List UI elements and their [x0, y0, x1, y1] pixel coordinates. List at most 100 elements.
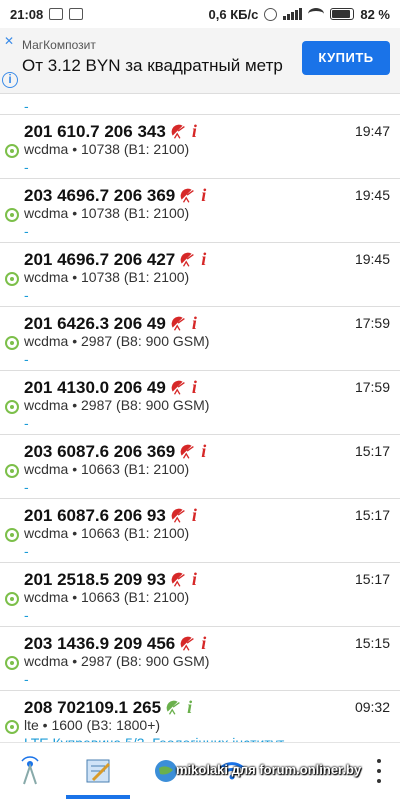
band-info: wcdma • 2987 (B8: 900 GSM) — [24, 333, 210, 349]
list-item[interactable]: 203 4696.7 206 369 i 19:45 wcdma • 10738… — [0, 178, 400, 242]
list-item[interactable]: 201 6426.3 206 49 i 17:59 wcdma • 2987 (… — [0, 306, 400, 370]
log-icon[interactable] — [78, 751, 118, 791]
list-item[interactable]: 208 702109.1 265 i 09:32 lte • 1600 (B3:… — [0, 690, 400, 742]
target-icon — [5, 464, 19, 478]
cell-id-text: 201 4130.0 206 49 — [24, 377, 166, 397]
timestamp: 19:47 — [354, 123, 390, 139]
ad-info-icon[interactable]: i — [2, 72, 18, 88]
list-item[interactable]: 203 6087.6 206 369 i 15:17 wcdma • 10663… — [0, 434, 400, 498]
timestamp: 19:45 — [354, 251, 390, 267]
cell-id-title: 201 4130.0 206 49 i — [24, 377, 197, 398]
list-item[interactable]: 201 610.7 206 343 i 19:47 wcdma • 10738 … — [0, 114, 400, 178]
timestamp: 09:32 — [354, 699, 390, 715]
network-speed: 0,6 КБ/с — [208, 6, 259, 22]
cell-id-text: 201 2518.5 209 93 — [24, 569, 166, 589]
battery-level: 82 % — [360, 6, 390, 22]
ad-advertiser: МагКомпозит — [22, 38, 96, 52]
cell-id-text: 203 1436.9 209 456 — [24, 633, 176, 653]
satellite-dish-icon — [180, 636, 195, 651]
location-text: - — [24, 287, 29, 303]
target-icon — [5, 656, 19, 670]
cell-id-text: 201 4696.7 206 427 — [24, 249, 176, 269]
tower-icon[interactable] — [10, 751, 50, 791]
info-icon[interactable]: i — [192, 569, 197, 590]
cell-id-text: 203 4696.7 206 369 — [24, 185, 176, 205]
cell-id-title: 203 1436.9 209 456 i — [24, 633, 206, 654]
cell-id-text: 203 6087.6 206 369 — [24, 441, 176, 461]
status-time: 21:08 — [10, 6, 44, 22]
info-icon[interactable]: i — [201, 633, 206, 654]
info-icon[interactable]: i — [192, 505, 197, 526]
satellite-dish-icon — [180, 444, 195, 459]
band-info: wcdma • 10663 (B1: 2100) — [24, 461, 190, 477]
wifi-status-icon — [308, 8, 325, 20]
cell-id-title: 203 4696.7 206 369 i — [24, 185, 206, 206]
cell-id-title: 201 2518.5 209 93 i — [24, 569, 197, 590]
cell-id-title: 201 4696.7 206 427 i — [24, 249, 206, 270]
cell-id-title: 208 702109.1 265 i — [24, 697, 192, 718]
cell-id-text: 201 6426.3 206 49 — [24, 313, 166, 333]
band-info: wcdma • 10738 (B1: 2100) — [24, 269, 190, 285]
more-menu-icon[interactable] — [376, 759, 382, 783]
location-text: - — [24, 415, 29, 431]
target-icon — [5, 592, 19, 606]
target-icon — [5, 208, 19, 222]
list-item[interactable]: 201 4130.0 206 49 i 17:59 wcdma • 2987 (… — [0, 370, 400, 434]
active-tab-indicator — [66, 795, 130, 799]
cell-id-title: 201 6426.3 206 49 i — [24, 313, 197, 334]
ad-close-icon[interactable]: ✕ — [4, 34, 14, 48]
info-icon[interactable]: i — [192, 377, 197, 398]
satellite-dish-icon — [166, 700, 180, 715]
ad-buy-button[interactable]: КУПИТЬ — [302, 41, 390, 75]
list-item[interactable]: 201 4696.7 206 427 i 19:45 wcdma • 10738… — [0, 242, 400, 306]
location-text: - — [24, 159, 29, 175]
cell-id-title: 201 610.7 206 343 i — [24, 121, 197, 142]
cell-log-list[interactable]: 201 610.7 206 343 i 19:47 wcdma • 10738 … — [0, 94, 400, 742]
target-icon — [5, 336, 19, 350]
target-icon — [5, 400, 19, 414]
info-icon[interactable]: i — [187, 697, 192, 718]
timestamp: 15:15 — [354, 635, 390, 651]
list-item[interactable]: 201 2518.5 209 93 i 15:17 wcdma • 10663 … — [0, 562, 400, 626]
info-icon[interactable]: i — [201, 441, 206, 462]
alarm-icon — [264, 7, 278, 21]
timestamp: 15:17 — [354, 443, 390, 459]
location-text: - — [24, 351, 29, 367]
info-icon[interactable]: i — [192, 121, 197, 142]
location-text: - — [24, 671, 29, 687]
band-info: wcdma • 10663 (B1: 2100) — [24, 525, 190, 541]
photo-notification-icon — [49, 8, 64, 20]
status-bar: 21:08 0,6 КБ/с 82 % — [0, 0, 400, 28]
satellite-dish-icon — [180, 188, 195, 203]
timestamp: 19:45 — [354, 187, 390, 203]
band-info: wcdma • 2987 (B8: 900 GSM) — [24, 397, 210, 413]
info-icon[interactable]: i — [201, 249, 206, 270]
signal-icon — [283, 8, 303, 20]
satellite-dish-icon — [171, 124, 185, 139]
list-item[interactable]: 201 6087.6 206 93 i 15:17 wcdma • 10663 … — [0, 498, 400, 562]
location-text: - — [24, 479, 29, 495]
satellite-dish-icon — [180, 252, 195, 267]
app-notification-icon — [69, 8, 84, 20]
cell-id-text: 201 610.7 206 343 — [24, 121, 166, 141]
cell-id-title: 201 6087.6 206 93 i — [24, 505, 197, 526]
satellite-dish-icon — [171, 316, 185, 331]
battery-icon — [330, 8, 355, 20]
timestamp: 17:59 — [354, 379, 390, 395]
ad-banner[interactable]: ✕ i МагКомпозит От 3.12 BYN за квадратны… — [0, 28, 400, 94]
info-icon[interactable]: i — [201, 185, 206, 206]
ad-headline[interactable]: От 3.12 BYN за квадратный метр — [22, 56, 283, 76]
target-icon — [5, 720, 19, 734]
band-info: wcdma • 10663 (B1: 2100) — [24, 589, 190, 605]
location-text: - — [24, 543, 29, 559]
satellite-dish-icon — [171, 508, 185, 523]
target-icon — [5, 272, 19, 286]
list-item[interactable]: 203 1436.9 209 456 i 15:15 wcdma • 2987 … — [0, 626, 400, 690]
target-icon — [5, 144, 19, 158]
location-text: LTE Купревича 5/3, Геологічних інститут — [24, 735, 284, 742]
location-text: - — [24, 223, 29, 239]
info-icon[interactable]: i — [192, 313, 197, 334]
cell-id-text: 208 702109.1 265 — [24, 697, 162, 717]
band-info: wcdma • 10738 (B1: 2100) — [24, 205, 190, 221]
location-text: - — [24, 607, 29, 623]
